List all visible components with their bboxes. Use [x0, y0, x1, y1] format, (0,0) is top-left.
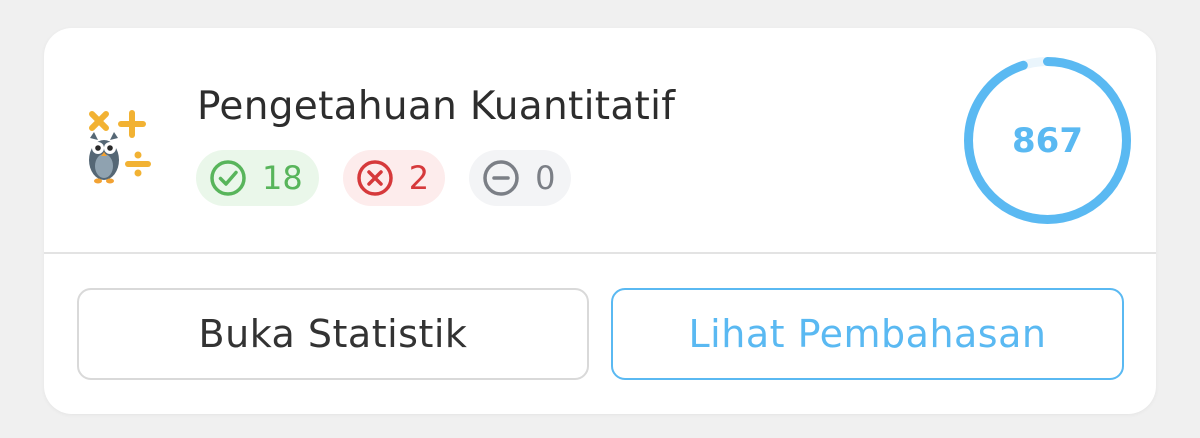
divider [44, 252, 1156, 254]
result-card: Pengetahuan Kuantitatif 18 2 0 867 Buka … [44, 28, 1156, 414]
score-value: 867 [1012, 120, 1083, 161]
empty-count-badge: 0 [469, 150, 572, 206]
empty-count: 0 [535, 159, 556, 197]
correct-count-badge: 18 [196, 150, 319, 206]
check-circle-icon [210, 160, 246, 196]
section-title: Pengetahuan Kuantitatif [197, 84, 676, 129]
minus-circle-icon [483, 160, 519, 196]
correct-count: 18 [262, 159, 303, 197]
open-statistics-button[interactable]: Buka Statistik [77, 288, 589, 380]
wrong-count: 2 [408, 159, 430, 197]
x-circle-icon [356, 160, 393, 196]
answer-stats: 18 2 0 [196, 150, 572, 206]
owl-math-mascot-icon [84, 110, 160, 192]
wrong-count-badge: 2 [342, 150, 446, 206]
view-discussion-button[interactable]: Lihat Pembahasan [611, 288, 1124, 380]
